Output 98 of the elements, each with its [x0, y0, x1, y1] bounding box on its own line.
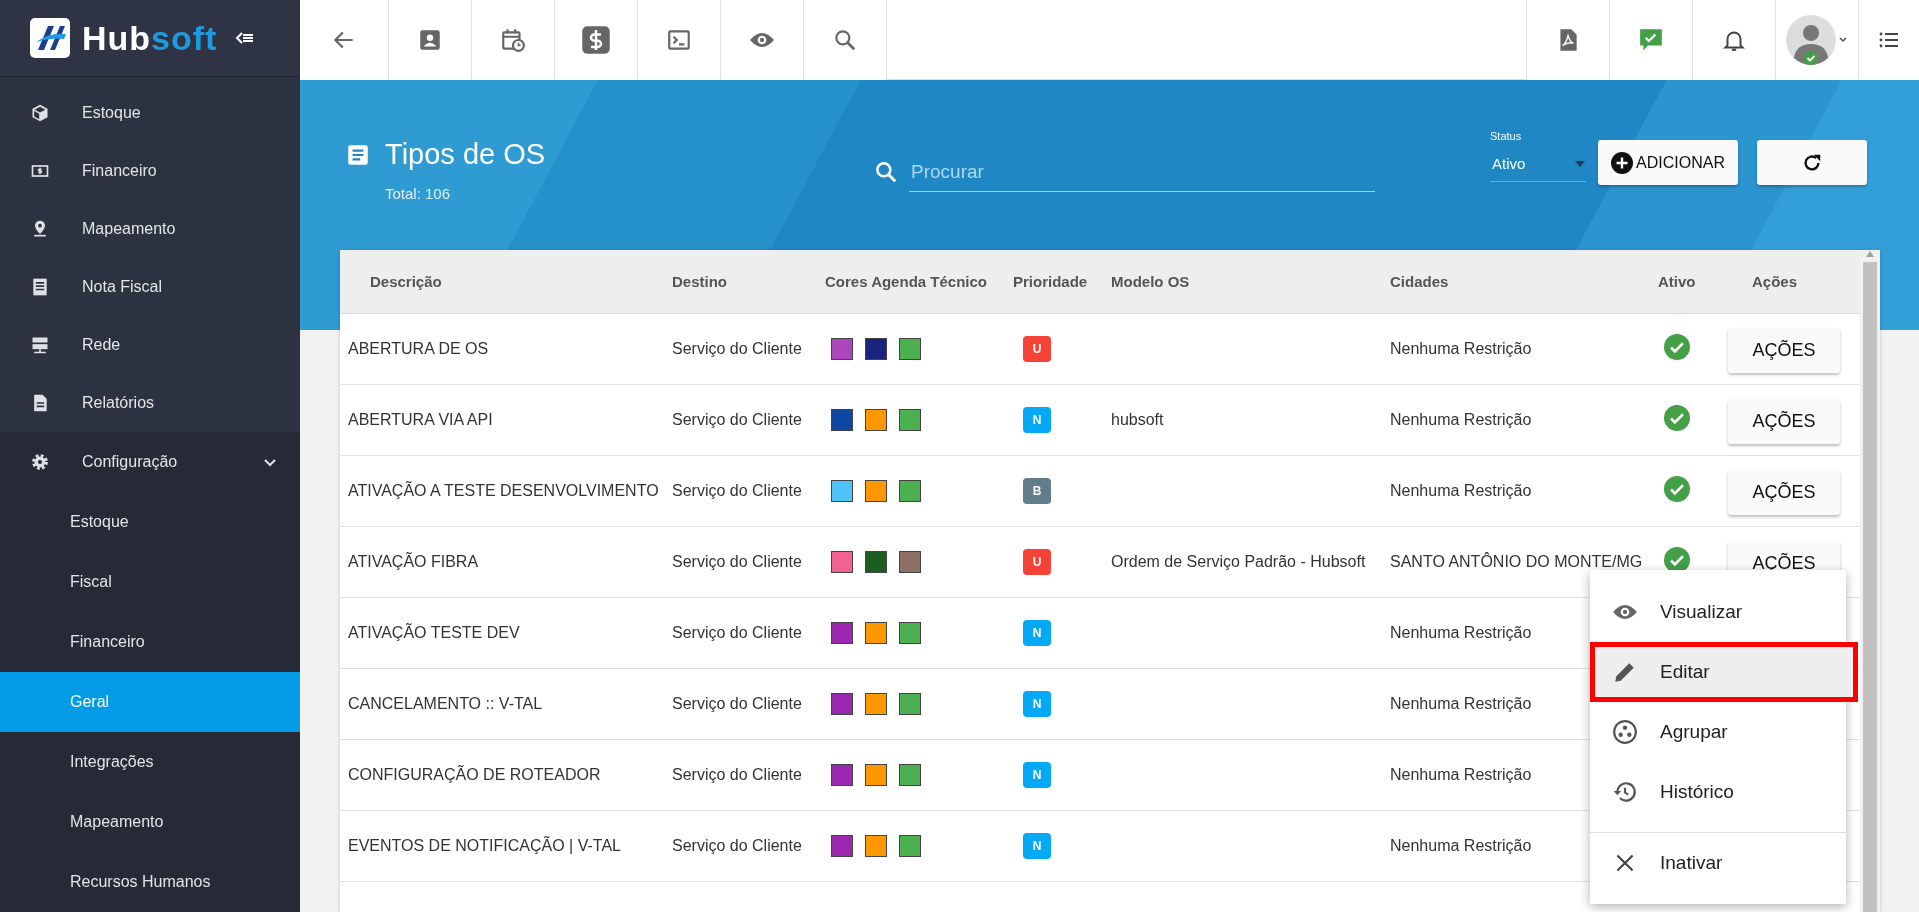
status-select[interactable]: Ativo	[1490, 146, 1586, 182]
table-cell-text: Serviço do Cliente	[672, 340, 803, 358]
sidebar-subitem[interactable]: Integrações	[0, 732, 300, 793]
table-cell-text: Nenhuma Restrição	[1390, 482, 1533, 500]
status-label: Status	[1490, 130, 1523, 142]
contact-card-icon	[417, 27, 443, 53]
sidebar-item[interactable]: Mapeamento	[0, 199, 300, 258]
table-cell-text: Serviço do Cliente	[672, 553, 803, 571]
priority-badge: N	[1023, 620, 1051, 646]
priority-badge: U	[1023, 336, 1051, 362]
menu-item[interactable]: Agrupar	[1590, 702, 1846, 762]
caret-icon	[1574, 159, 1586, 168]
search-field[interactable]: Procurar	[909, 152, 1375, 192]
priority-badge: N	[1023, 762, 1051, 788]
menu-item[interactable]: Inativar	[1590, 832, 1846, 892]
total-count: Total: 106	[385, 185, 452, 202]
page-title: Tipos de OS	[385, 138, 546, 171]
priority-badge: B	[1023, 478, 1051, 504]
table-cell-text: SANTO ANTÔNIO DO MONTE/MG	[1390, 553, 1644, 571]
calendar-clock-button[interactable]	[472, 0, 555, 80]
scroll-up-icon	[1865, 250, 1875, 258]
terminal-icon	[666, 27, 692, 53]
sidebar-subitem[interactable]: Estoque	[0, 492, 300, 553]
calendar-clock-icon	[500, 27, 526, 53]
column-header[interactable]: Ativo	[1658, 273, 1752, 290]
avatar-icon	[1785, 14, 1837, 66]
table-cell-text: Serviço do Cliente	[672, 837, 803, 855]
sidebar-item[interactable]: Rede	[0, 315, 300, 374]
table-cell-text: Serviço do Cliente	[672, 624, 803, 642]
table-cell-text: Nenhuma Restrição	[1390, 624, 1533, 642]
dollar-icon	[581, 25, 611, 55]
column-header[interactable]: Destino	[672, 273, 825, 290]
sidebar-subitem[interactable]: Fiscal	[0, 552, 300, 613]
column-header[interactable]: Descrição	[340, 273, 672, 290]
settings-icon	[30, 452, 50, 473]
scrollbar[interactable]	[1860, 250, 1880, 912]
user-menu-button[interactable]	[1775, 0, 1858, 80]
column-header[interactable]: Ações	[1752, 273, 1860, 290]
refresh-button[interactable]	[1757, 140, 1867, 185]
priority-badge: N	[1023, 833, 1051, 859]
table-cell-text: Serviço do Cliente	[672, 766, 803, 784]
table-cell-text: Nenhuma Restrição	[1390, 411, 1533, 429]
table-cell-text: ATIVAÇÃO FIBRA	[347, 553, 480, 571]
menu-item[interactable]: Histórico	[1590, 762, 1846, 822]
terminal-button[interactable]	[638, 0, 721, 80]
contact-card-button[interactable]	[389, 0, 472, 80]
table-cell-text: ATIVAÇÃO A TESTE DESENVOLVIMENTO	[347, 482, 660, 500]
dollar-button[interactable]	[555, 0, 638, 80]
sidebar-subitem[interactable]: Mapeamento	[0, 792, 300, 853]
actions-button[interactable]: AÇÕES	[1728, 327, 1840, 373]
table-cell-text: Serviço do Cliente	[672, 695, 803, 713]
table-cell-text: Nenhuma Restrição	[1390, 766, 1533, 784]
column-header[interactable]: Cidades	[1390, 273, 1658, 290]
chat-check-button[interactable]	[1609, 0, 1692, 80]
table-cell-text: Serviço do Cliente	[672, 411, 803, 429]
eye-button[interactable]	[721, 0, 804, 80]
table-cell-text: Ordem de Serviço Padrão - Hubsoft	[1111, 553, 1367, 571]
priority-badge: N	[1023, 407, 1051, 433]
history-icon	[1612, 779, 1638, 805]
sidebar-item[interactable]: Financeiro	[0, 141, 300, 200]
table-cell-text: CANCELAMENTO :: V-TAL	[347, 695, 544, 713]
column-header[interactable]: Modelo OS	[1111, 273, 1390, 290]
table-cell-text: Nenhuma Restrição	[1390, 695, 1533, 713]
priority-badge: N	[1023, 691, 1051, 717]
table-cell-text: EVENTOS DE NOTIFICAÇÃO | V-TAL	[347, 837, 622, 855]
column-header[interactable]: Cores Agenda Técnico	[825, 273, 1013, 290]
chat-check-icon	[1638, 27, 1664, 53]
actions-button[interactable]: AÇÕES	[1728, 398, 1840, 444]
plus-circle-icon	[1611, 151, 1634, 174]
sidebar-item[interactable]: Estoque	[0, 83, 300, 142]
bell-button[interactable]	[1692, 0, 1775, 80]
sidebar-item[interactable]: Configuração	[0, 432, 300, 493]
logo-icon	[30, 18, 70, 59]
add-button[interactable]: ADICIONAR	[1598, 140, 1738, 185]
sidebar-item[interactable]: Relatórios	[0, 373, 300, 433]
search-icon	[873, 159, 899, 185]
table-cell-text: hubsoft	[1111, 411, 1165, 429]
box-icon	[30, 102, 50, 123]
menu-item[interactable]: Editar	[1590, 642, 1858, 702]
sidebar-subitem[interactable]: Financeiro	[0, 612, 300, 673]
pdf-button[interactable]	[1526, 0, 1609, 80]
table-cell-text: ABERTURA DE OS	[347, 340, 490, 358]
search-icon	[832, 27, 858, 53]
receipt-icon	[30, 276, 50, 297]
table-cell-text: ATIVAÇÃO TESTE DEV	[347, 624, 521, 642]
actions-button[interactable]: AÇÕES	[1728, 469, 1840, 515]
sidebar-subitem[interactable]: Recursos Humanos	[0, 852, 300, 912]
table-cell-text: Nenhuma Restrição	[1390, 340, 1533, 358]
column-header[interactable]: Prioridade	[1013, 273, 1111, 290]
collapse-menu-icon[interactable]	[235, 31, 254, 46]
dots-circle-icon	[1612, 719, 1638, 745]
table-cell-text: Nenhuma Restrição	[1390, 837, 1533, 855]
brand-logo: Hubsoft	[82, 18, 218, 58]
table-cell-text: CONFIGURAÇÃO DE ROTEADOR	[347, 766, 602, 784]
table-cell-text: Serviço do Cliente	[672, 482, 803, 500]
sidebar-item[interactable]: Nota Fiscal	[0, 257, 300, 316]
priority-badge: U	[1023, 549, 1051, 575]
table-cell-text: ABERTURA VIA API	[347, 411, 494, 429]
